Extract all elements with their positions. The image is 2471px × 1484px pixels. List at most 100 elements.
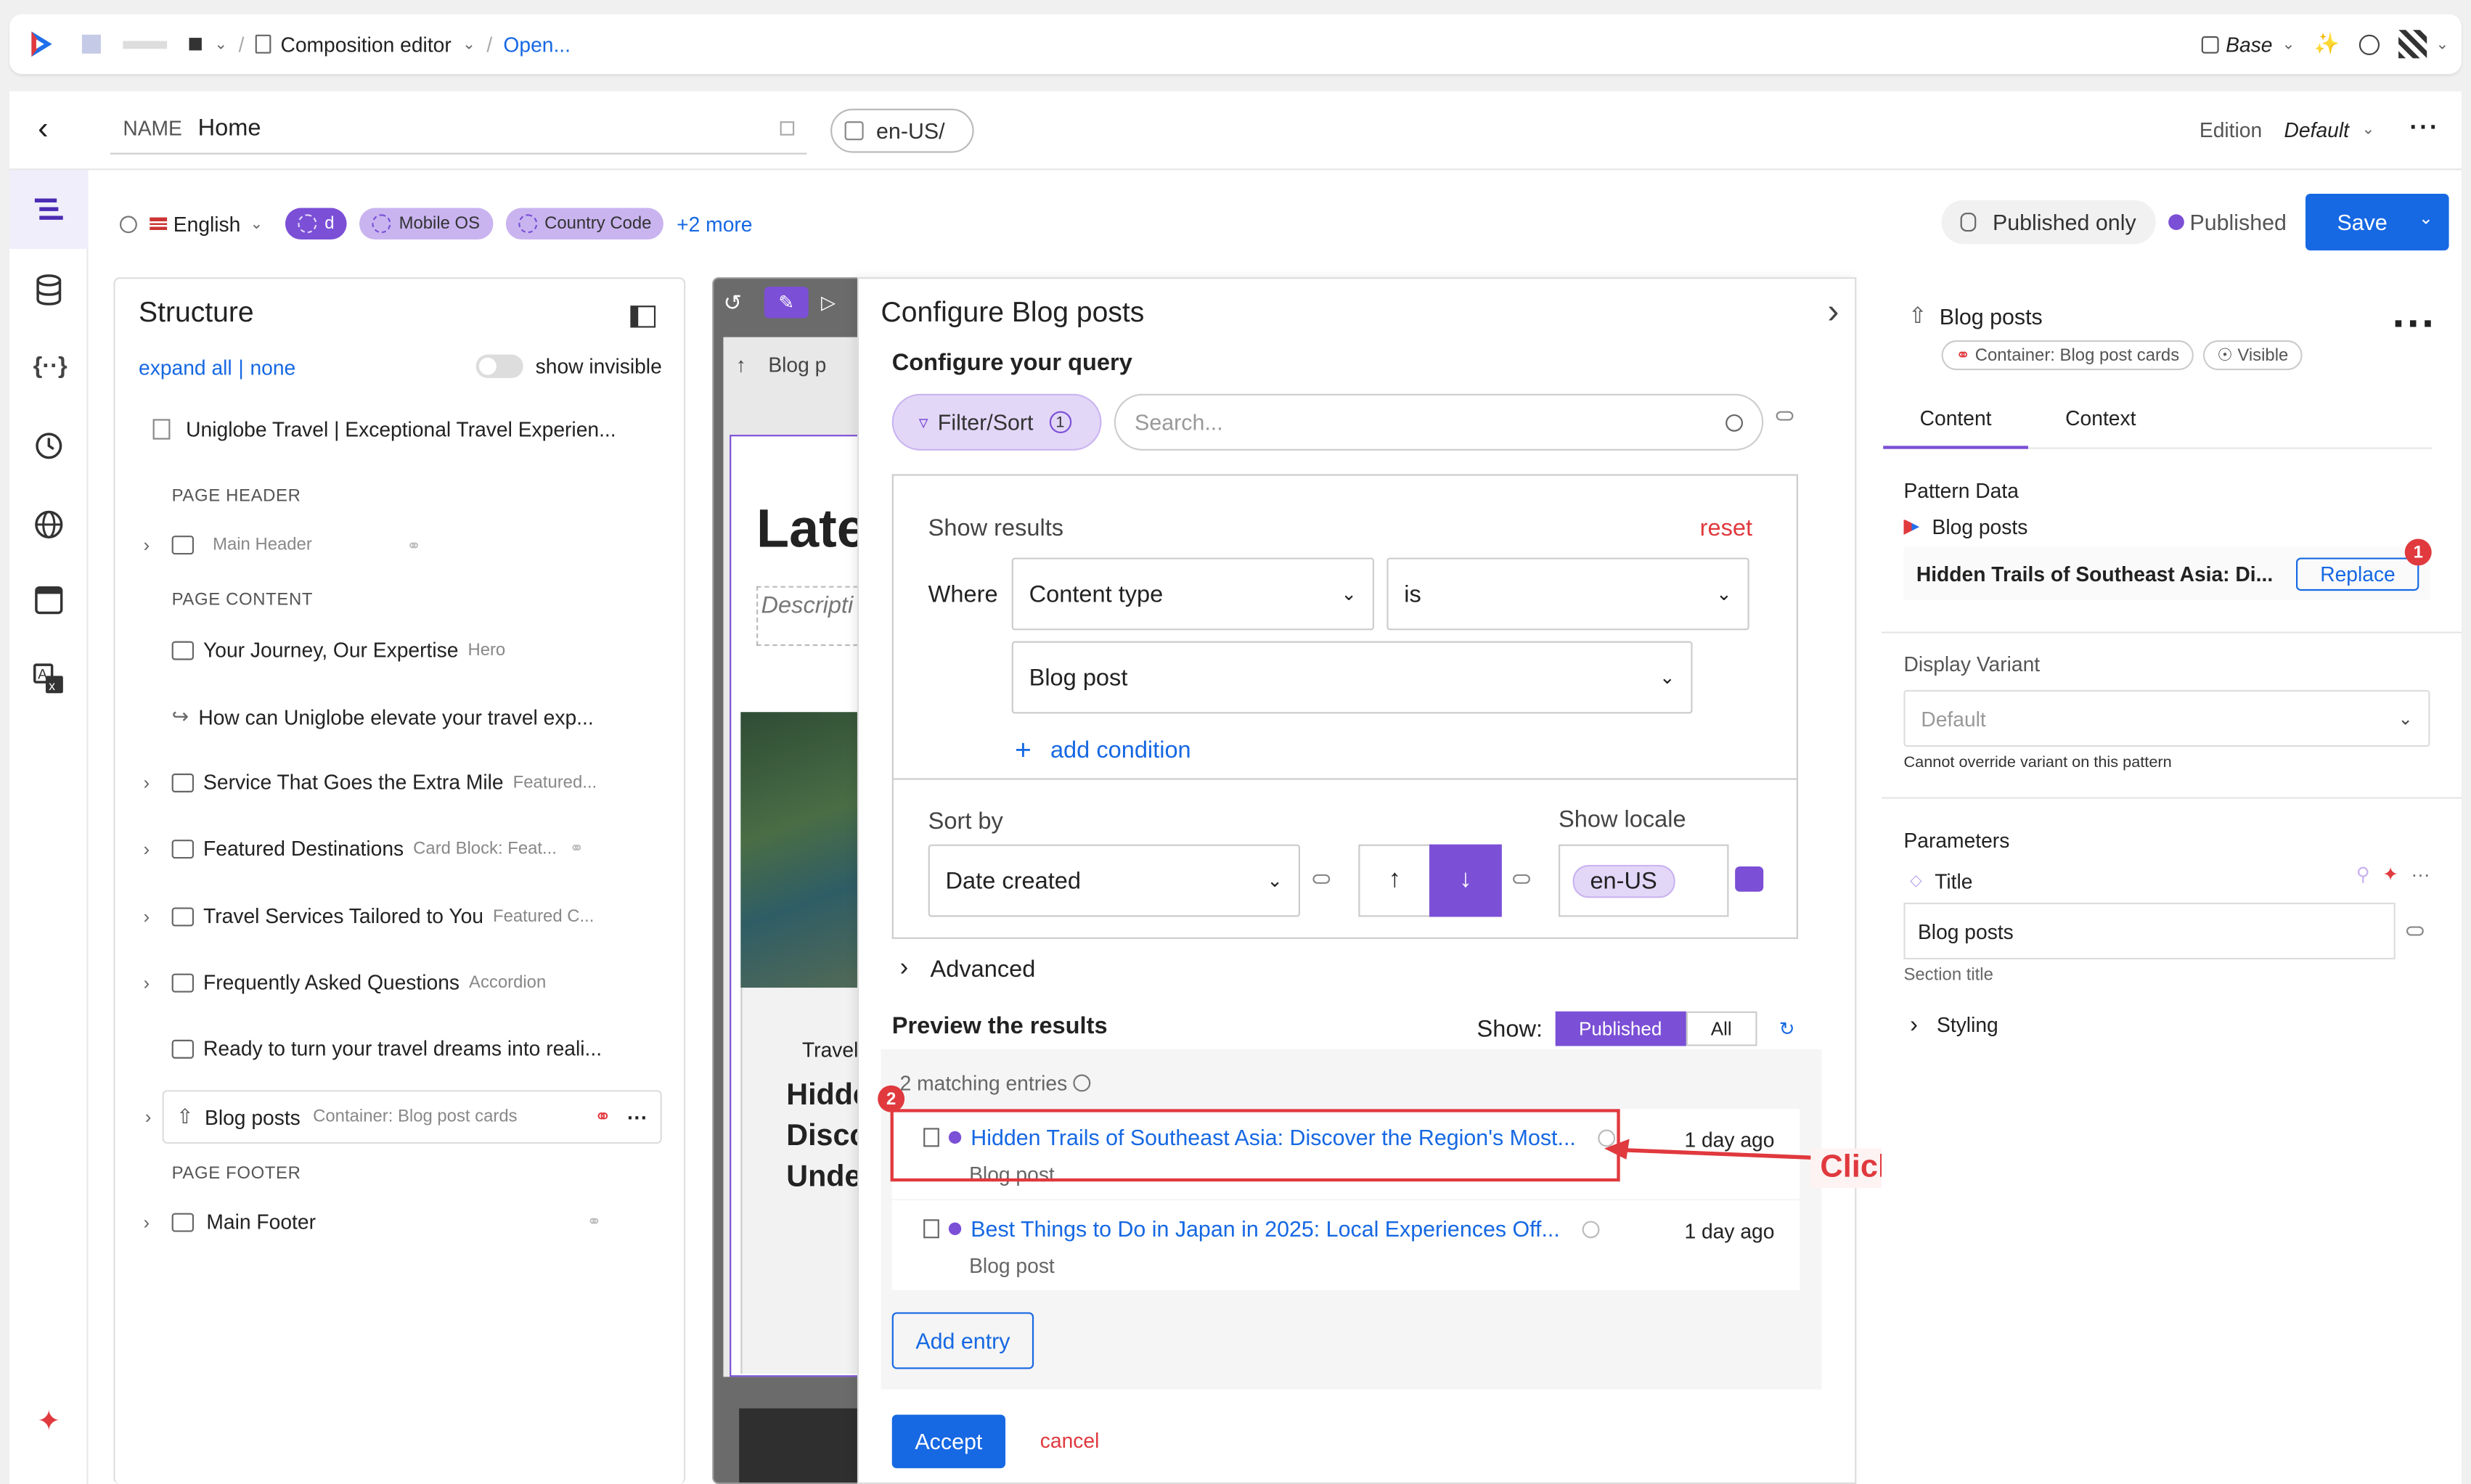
- structure-item-destinations[interactable]: › Featured Destinations Card Block: Feat…: [144, 837, 584, 861]
- value-select[interactable]: Blog post ⌄: [1011, 641, 1693, 714]
- app-logo-icon[interactable]: [25, 28, 57, 60]
- chip-country-code[interactable]: Country Code: [505, 208, 664, 239]
- show-invisible-toggle[interactable]: [475, 354, 523, 379]
- link-icon[interactable]: [2406, 926, 2424, 936]
- user-avatar[interactable]: [2398, 30, 2427, 59]
- chip-d[interactable]: d: [285, 208, 347, 239]
- locale-path-pill[interactable]: en-US/: [830, 108, 974, 153]
- chevron-right-icon[interactable]: ›: [144, 837, 166, 859]
- save-button[interactable]: Save ⌄: [2305, 194, 2449, 251]
- name-value[interactable]: Home: [198, 115, 261, 142]
- search-input[interactable]: Search...: [1114, 393, 1764, 451]
- breadcrumb-open-link[interactable]: Open...: [503, 33, 571, 57]
- structure-rail-icon[interactable]: [9, 170, 89, 250]
- chevron-down-icon[interactable]: ⌄: [2435, 36, 2448, 53]
- edition-selector[interactable]: Default: [2284, 118, 2349, 142]
- chevron-down-icon[interactable]: ⌄: [2361, 120, 2374, 138]
- undo-icon[interactable]: ↺: [723, 289, 758, 316]
- name-field[interactable]: NAME Home: [110, 104, 807, 155]
- workspace-switch-icon[interactable]: [189, 38, 202, 51]
- structure-item-faq[interactable]: › Frequently Asked Questions Accordion: [144, 970, 547, 994]
- more-menu-icon[interactable]: ···: [2409, 115, 2439, 143]
- link-icon[interactable]: [1513, 874, 1530, 884]
- breadcrumb-editor[interactable]: Composition editor: [280, 33, 451, 57]
- up-arrow-icon[interactable]: ↑: [736, 353, 746, 377]
- pattern-entry[interactable]: Hidden Trails of Southeast Asia: Di...: [1916, 562, 2273, 586]
- chevron-right-icon[interactable]: ›: [144, 905, 166, 927]
- chevron-right-icon[interactable]: ›: [144, 971, 166, 993]
- sort-descending-button[interactable]: ↓: [1429, 844, 1502, 917]
- link-icon[interactable]: [1776, 411, 1794, 421]
- structure-item-travel-services[interactable]: › Travel Services Tailored to You Featur…: [144, 904, 595, 928]
- panel-layout-icon[interactable]: [630, 306, 656, 328]
- operator-select[interactable]: is ⌄: [1386, 557, 1749, 631]
- expand-all-link[interactable]: expand all: [139, 356, 232, 380]
- database-icon[interactable]: [33, 274, 65, 306]
- tab-content[interactable]: Content: [1883, 390, 2028, 449]
- history-icon[interactable]: [2358, 33, 2380, 54]
- chevron-down-icon[interactable]: ⌄: [214, 36, 227, 53]
- chip-mobile-os[interactable]: Mobile OS: [359, 208, 493, 239]
- chevron-down-icon[interactable]: ⌄: [250, 215, 263, 232]
- more-filters-link[interactable]: +2 more: [677, 212, 752, 236]
- structure-item-main-footer[interactable]: › Main Footer ⚭: [144, 1210, 602, 1234]
- edit-mode-icon[interactable]: ✎: [764, 287, 809, 319]
- more-options-icon[interactable]: ···: [2392, 299, 2436, 349]
- add-condition-button[interactable]: + add condition: [1015, 734, 1191, 768]
- code-braces-icon[interactable]: {··}: [33, 351, 68, 382]
- plugin-icon[interactable]: ✨: [2314, 31, 2340, 57]
- search-icon[interactable]: [1725, 413, 1744, 431]
- replace-button[interactable]: Replace: [2296, 557, 2419, 591]
- structure-item-ready[interactable]: Ready to turn your travel dreams into re…: [171, 1036, 602, 1060]
- chevron-down-icon[interactable]: ⌄: [2282, 36, 2295, 53]
- more-options-icon[interactable]: ···: [2411, 864, 2430, 885]
- sort-ascending-button[interactable]: ↑: [1358, 844, 1431, 917]
- reset-link[interactable]: reset: [1700, 515, 1752, 542]
- structure-item-elevate[interactable]: ↪ How can Uniglobe elevate your travel e…: [172, 704, 594, 729]
- locale-link-icon[interactable]: [1735, 866, 1764, 892]
- chevron-right-icon[interactable]: ›: [145, 1106, 167, 1128]
- chevron-right-icon[interactable]: ›: [144, 534, 166, 556]
- tab-context[interactable]: Context: [2028, 390, 2173, 448]
- chevron-down-icon[interactable]: ⌄: [462, 36, 475, 53]
- workspace-avatar-icon[interactable]: [81, 34, 101, 54]
- sort-field-select[interactable]: Date created ⌄: [928, 844, 1300, 917]
- base-selector[interactable]: Base: [2226, 33, 2272, 57]
- language-selector[interactable]: English: [173, 212, 241, 236]
- globe-icon[interactable]: ⚲: [2356, 864, 2370, 885]
- add-entry-button[interactable]: Add entry: [891, 1312, 1034, 1369]
- link-icon[interactable]: [1312, 874, 1331, 884]
- styling-toggle[interactable]: › Styling: [1910, 1012, 1998, 1038]
- chevron-right-icon[interactable]: ›: [1828, 292, 1839, 332]
- back-arrow-icon[interactable]: ‹: [38, 112, 48, 148]
- show-all-toggle[interactable]: All: [1685, 1011, 1757, 1046]
- translate-icon[interactable]: Ax: [33, 663, 65, 694]
- show-published-toggle[interactable]: Published: [1555, 1011, 1686, 1046]
- more-options-icon[interactable]: ···: [627, 1105, 648, 1129]
- copy-icon[interactable]: [780, 121, 795, 136]
- chevron-right-icon[interactable]: ›: [144, 771, 166, 793]
- globe-icon[interactable]: [33, 509, 65, 540]
- structure-item-hero[interactable]: Your Journey, Our Expertise Hero: [171, 638, 505, 662]
- structure-item-main-header[interactable]: › Main Header ⚭: [144, 534, 422, 556]
- structure-root-item[interactable]: Uniglobe Travel | Exceptional Travel Exp…: [152, 417, 616, 441]
- cancel-link[interactable]: cancel: [1040, 1429, 1100, 1453]
- history-icon[interactable]: [33, 430, 65, 462]
- result-row[interactable]: Best Things to Do in Japan in 2025: Loca…: [891, 1200, 1800, 1290]
- save-dropdown-icon[interactable]: ⌄: [2419, 208, 2433, 229]
- published-only-toggle[interactable]: Published only: [1942, 200, 2155, 245]
- param-title-input[interactable]: Blog posts: [1903, 902, 2396, 960]
- structure-item-service[interactable]: › Service That Goes the Extra Mile Featu…: [144, 771, 597, 795]
- canvas-heading[interactable]: Late: [756, 499, 867, 561]
- none-link[interactable]: none: [250, 356, 295, 380]
- magic-wand-icon[interactable]: ✦: [2382, 864, 2398, 885]
- visible-chip[interactable]: ☉ Visible: [2202, 340, 2303, 371]
- canvas-tab[interactable]: Blog p: [768, 353, 826, 377]
- accept-button[interactable]: Accept: [891, 1414, 1006, 1469]
- locale-select[interactable]: en-US: [1559, 844, 1729, 917]
- filter-sort-button[interactable]: ▿ Filter/Sort 1: [891, 393, 1102, 451]
- advanced-toggle[interactable]: › Advanced: [900, 955, 1036, 983]
- field-select[interactable]: Content type ⌄: [1011, 557, 1375, 631]
- ai-sparkle-icon[interactable]: ✦: [33, 1405, 65, 1436]
- window-icon[interactable]: [33, 586, 65, 618]
